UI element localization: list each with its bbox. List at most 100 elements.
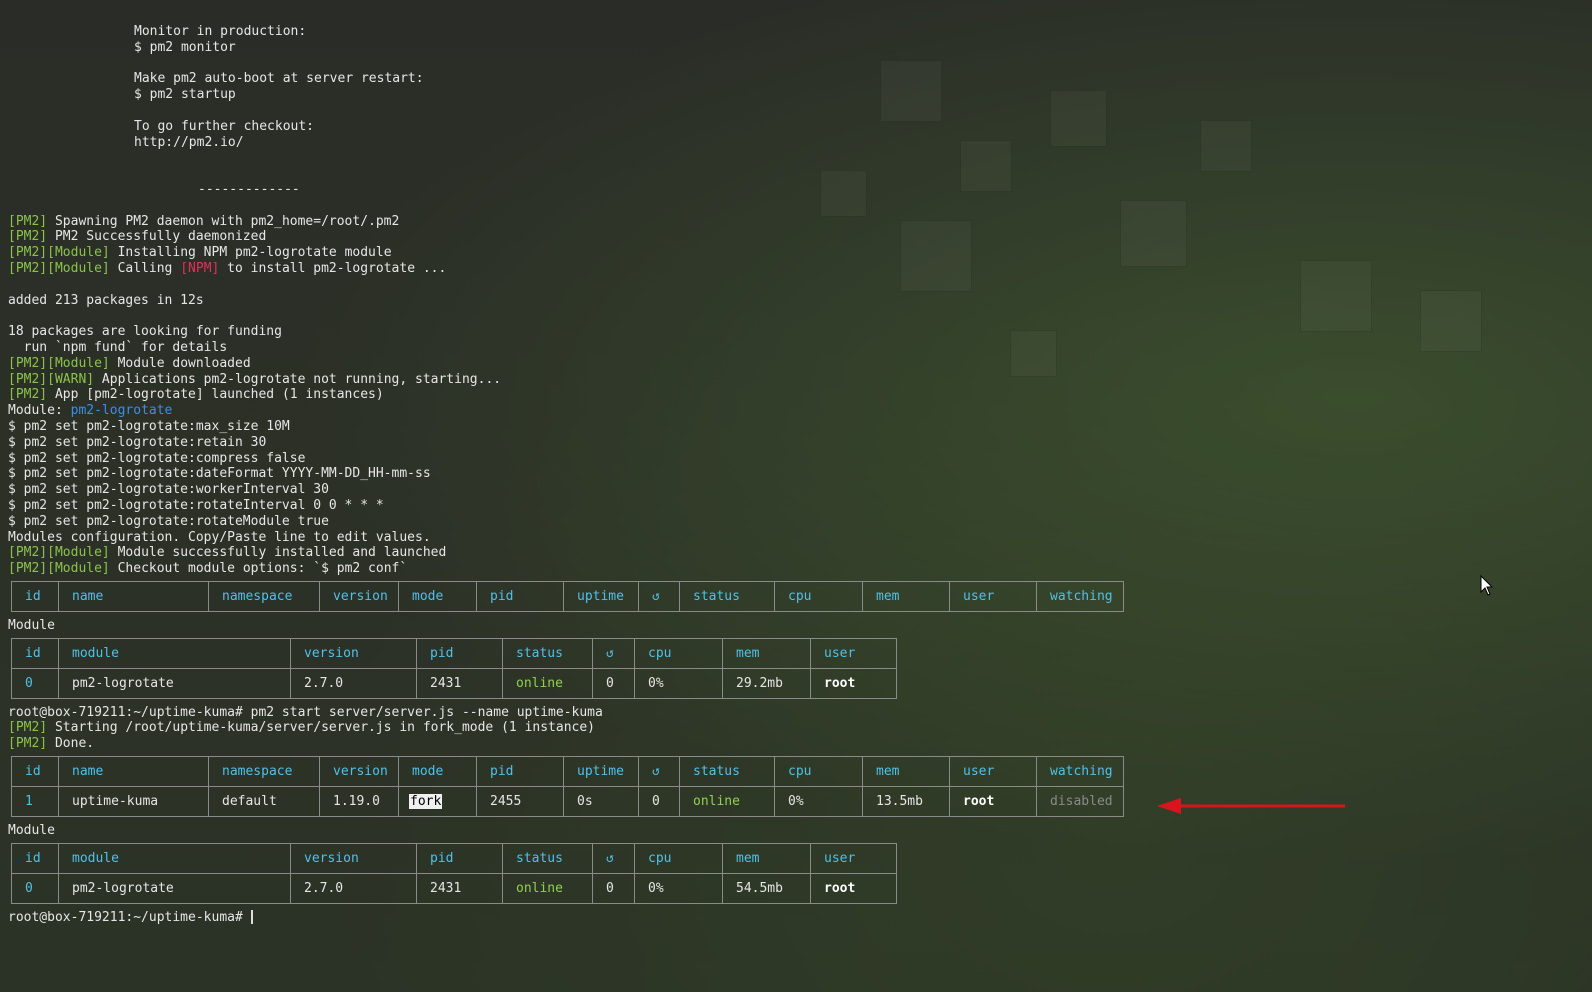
cell-mem: 54.5mb: [722, 872, 811, 904]
cell-pid: 2431: [416, 872, 503, 904]
col-id: id: [11, 580, 59, 612]
col-uptime: uptime: [563, 756, 639, 788]
cell-version: 2.7.0: [290, 667, 417, 699]
log-line: [PM2] Starting /root/uptime-kuma/server/…: [8, 720, 596, 736]
cell-status: online: [502, 667, 593, 699]
col-id: id: [11, 756, 59, 788]
log-line: [PM2] Done.: [8, 736, 95, 752]
cell-version: 1.19.0: [319, 786, 399, 818]
app-table-empty: id name namespace version mode pid uptim…: [11, 580, 1124, 612]
set-command: $ pm2 set pm2-logrotate:workerInterval 3…: [8, 482, 329, 498]
set-command: $ pm2 set pm2-logrotate:rotateModule tru…: [8, 513, 329, 529]
col-pid: pid: [416, 637, 503, 669]
section-label-module: Module: [8, 617, 55, 633]
col-pid: pid: [476, 580, 564, 612]
col-mode: mode: [398, 580, 477, 612]
col-version: version: [290, 842, 417, 874]
shell-prompt: root@box-719211:~/uptime-kuma# pm2 start…: [8, 704, 603, 720]
monitor-label: Monitor in production:: [134, 24, 307, 39]
table-row: 0 pm2-logrotate 2.7.0 2431 online 0 0% 2…: [11, 667, 897, 699]
log-line: added 213 packages in 12s: [8, 292, 204, 308]
pm2-url: http://pm2.io/: [134, 134, 244, 150]
col-mem: mem: [862, 756, 950, 788]
set-command: $ pm2 set pm2-logrotate:max_size 10M: [8, 418, 290, 434]
table-row: 1 uptime-kuma default 1.19.0 fork 2455 0…: [11, 786, 1124, 818]
cell-restarts: 0: [638, 786, 680, 818]
selected-text[interactable]: fork: [409, 794, 443, 810]
cell-uptime: 0s: [563, 786, 639, 818]
col-cpu: cpu: [634, 637, 723, 669]
log-line: Modules configuration. Copy/Paste line t…: [8, 529, 431, 545]
col-user: user: [949, 580, 1037, 612]
table-header-row: id name namespace version mode pid uptim…: [11, 580, 1124, 612]
set-command: $ pm2 set pm2-logrotate:retain 30: [8, 434, 267, 450]
cell-restarts: 0: [592, 872, 635, 904]
background-tile: [1420, 290, 1482, 352]
red-arrow-annotation: [1157, 798, 1345, 814]
log-line: [PM2] PM2 Successfully daemonized: [8, 229, 267, 245]
col-watching: watching: [1036, 580, 1124, 612]
col-cpu: cpu: [774, 756, 863, 788]
cell-cpu: 0%: [774, 786, 863, 818]
background-tile: [1200, 120, 1252, 172]
col-user: user: [949, 756, 1037, 788]
background-tile: [1120, 200, 1187, 267]
col-cpu: cpu: [634, 842, 723, 874]
cell-status: online: [679, 786, 775, 818]
col-namespace: namespace: [208, 580, 320, 612]
table-header-row: id module version pid status ↺ cpu mem u…: [11, 842, 897, 874]
col-version: version: [319, 580, 399, 612]
cell-namespace: default: [208, 786, 320, 818]
further-label: To go further checkout:: [134, 118, 315, 134]
text-cursor: [250, 910, 253, 925]
background-tile: [1300, 260, 1372, 332]
col-version: version: [319, 756, 399, 788]
col-watching: watching: [1036, 756, 1124, 788]
cell-cpu: 0%: [634, 667, 723, 699]
col-id: id: [11, 842, 59, 874]
module-table: id module version pid status ↺ cpu mem u…: [11, 842, 897, 904]
log-line: Module: pm2-logrotate: [8, 403, 173, 419]
cell-pid: 2455: [476, 786, 564, 818]
terminal-output: Monitor in production: $ pm2 monitor Mak…: [8, 24, 1124, 926]
col-name: name: [58, 580, 209, 612]
col-restarts: ↺: [592, 842, 635, 874]
shell-prompt-line[interactable]: root@box-719211:~/uptime-kuma#: [8, 910, 1124, 926]
col-status: status: [502, 637, 593, 669]
log-line: [PM2] Spawning PM2 daemon with pm2_home=…: [8, 213, 400, 229]
shell-prompt: root@box-719211:~/uptime-kuma#: [8, 909, 251, 925]
log-line: [PM2][Module] Installing NPM pm2-logrota…: [8, 245, 392, 261]
cell-user: root: [810, 872, 897, 904]
cell-mem: 29.2mb: [722, 667, 811, 699]
col-mem: mem: [722, 637, 811, 669]
col-id: id: [11, 637, 59, 669]
table-header-row: id name namespace version mode pid uptim…: [11, 756, 1124, 788]
cell-mem: 13.5mb: [862, 786, 950, 818]
log-line: run `npm fund` for details: [8, 339, 228, 355]
col-namespace: namespace: [208, 756, 320, 788]
col-mem: mem: [722, 842, 811, 874]
col-module: module: [58, 842, 291, 874]
col-module: module: [58, 637, 291, 669]
col-uptime: uptime: [563, 580, 639, 612]
cell-pid: 2431: [416, 667, 503, 699]
section-label-module: Module: [8, 823, 55, 839]
cell-module: pm2-logrotate: [58, 667, 291, 699]
col-status: status: [679, 580, 775, 612]
col-mode: mode: [398, 756, 477, 788]
log-line: [PM2][Module] Module downloaded: [8, 355, 251, 371]
col-pid: pid: [476, 756, 564, 788]
col-version: version: [290, 637, 417, 669]
log-line: [PM2][Module] Calling [NPM] to install p…: [8, 260, 447, 276]
cell-id: 0: [11, 667, 59, 699]
col-name: name: [58, 756, 209, 788]
col-cpu: cpu: [774, 580, 863, 612]
mouse-pointer-icon: [1480, 575, 1494, 596]
separator: -------------: [198, 181, 300, 197]
set-command: $ pm2 set pm2-logrotate:compress false: [8, 450, 306, 466]
monitor-command: $ pm2 monitor: [134, 39, 236, 55]
col-status: status: [679, 756, 775, 788]
cell-user: root: [810, 667, 897, 699]
set-command: $ pm2 set pm2-logrotate:rotateInterval 0…: [8, 497, 384, 513]
col-mem: mem: [862, 580, 950, 612]
